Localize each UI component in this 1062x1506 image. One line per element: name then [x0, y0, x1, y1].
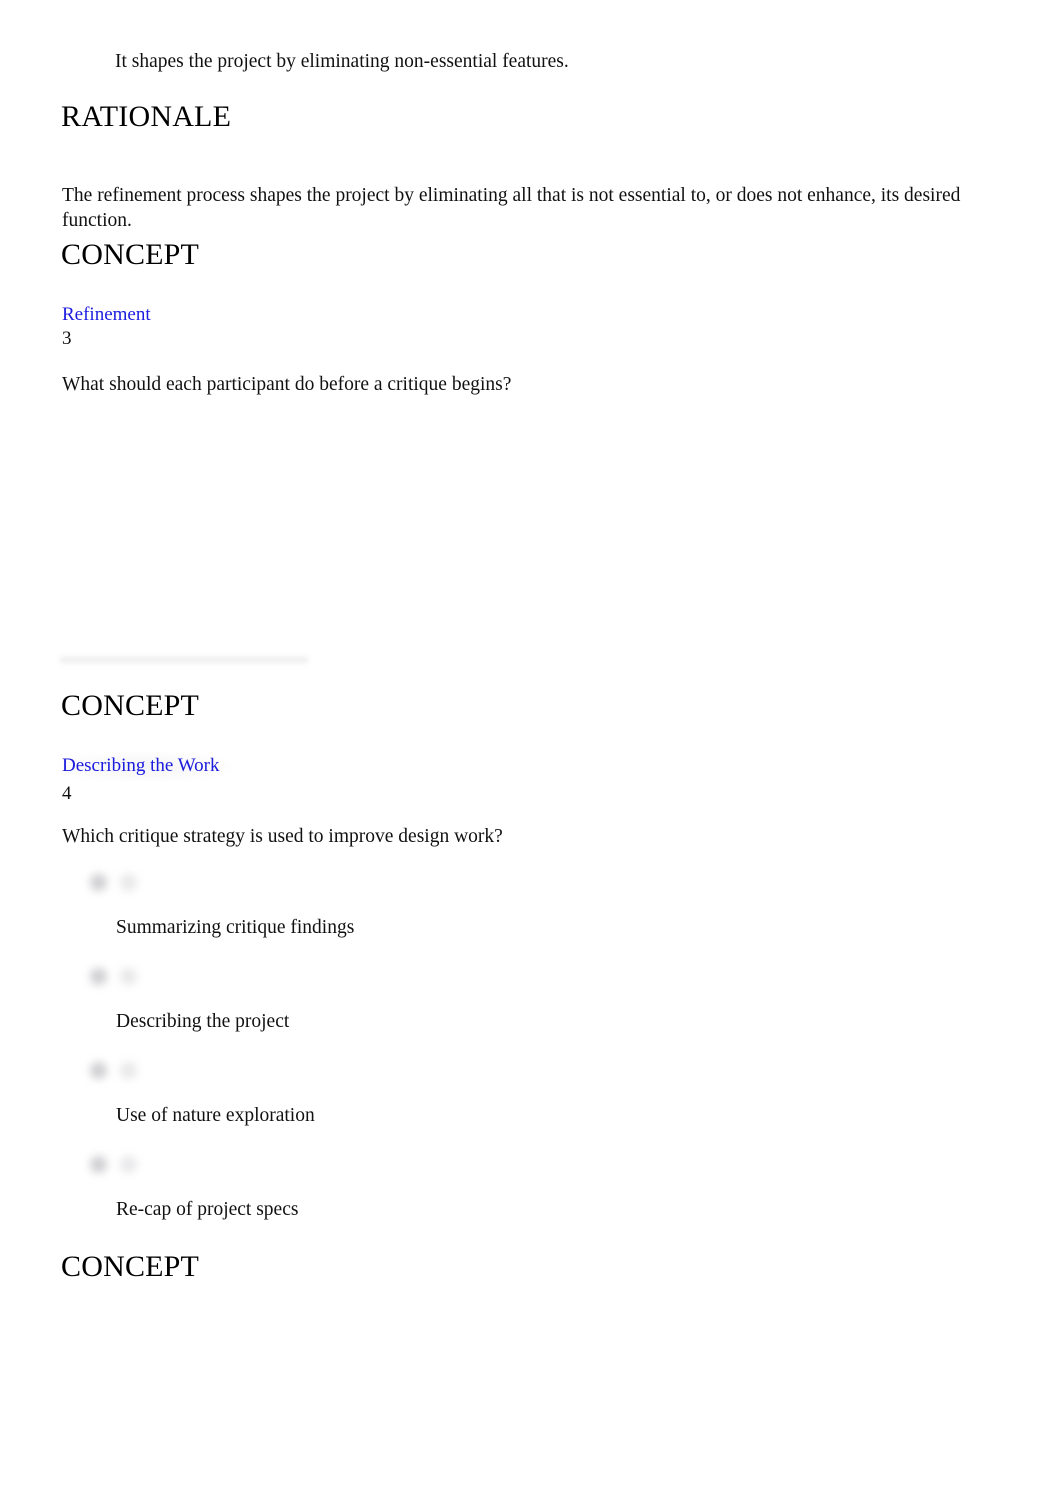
- question-number: 4: [62, 783, 72, 804]
- question-text-3: What should each participant do before a…: [62, 374, 512, 395]
- concept-link-refinement[interactable]: Refinement: [62, 303, 151, 326]
- answer-option-label[interactable]: Use of nature exploration: [116, 1103, 315, 1128]
- answer-option-row[interactable]: Describing the project: [0, 956, 1062, 1050]
- answer-option-label[interactable]: Summarizing critique findings: [116, 915, 354, 940]
- section-divider: [60, 654, 308, 665]
- concept-meta-group: Refinement 3: [62, 303, 151, 350]
- answer-option-row[interactable]: Summarizing critique findings: [0, 862, 1062, 956]
- radio-button-icon[interactable]: [88, 1058, 150, 1084]
- concept-heading: CONCEPT: [61, 238, 200, 271]
- document-page: It shapes the project by eliminating non…: [0, 0, 1062, 1506]
- answer-options-list: Summarizing critique findings Describing…: [0, 862, 1062, 1238]
- concept-link-describing-the-work[interactable]: Describing the Work: [62, 752, 234, 781]
- answer-statement: It shapes the project by eliminating non…: [115, 51, 569, 72]
- answer-option-label[interactable]: Describing the project: [116, 1009, 289, 1034]
- concept-heading: CONCEPT: [61, 689, 200, 722]
- radio-button-icon[interactable]: [88, 964, 150, 990]
- rationale-body-text: The refinement process shapes the projec…: [62, 184, 961, 231]
- concept-heading: CONCEPT: [61, 1250, 200, 1283]
- question-number: 3: [62, 328, 72, 349]
- answer-option-row[interactable]: Re-cap of project specs: [0, 1144, 1062, 1238]
- answer-option-row[interactable]: Use of nature exploration: [0, 1050, 1062, 1144]
- rationale-heading: RATIONALE: [61, 100, 232, 133]
- radio-button-icon[interactable]: [88, 1152, 150, 1178]
- radio-button-icon[interactable]: [88, 870, 150, 896]
- answer-option-label[interactable]: Re-cap of project specs: [116, 1197, 298, 1222]
- concept-meta-group: Describing the Work 4: [62, 752, 234, 805]
- question-text-4: Which critique strategy is used to impro…: [62, 826, 503, 847]
